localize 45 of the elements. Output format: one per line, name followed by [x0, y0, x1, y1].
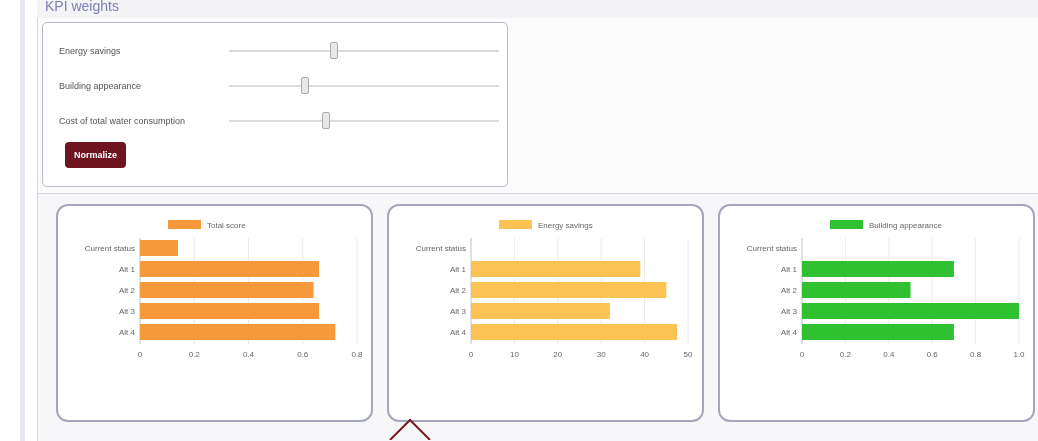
tick-label: 50 — [683, 350, 693, 359]
tick-label: 0 — [137, 350, 143, 359]
tick-label: 10 — [509, 350, 519, 359]
slider-label: Energy savings — [59, 45, 122, 56]
tick-label: 20 — [553, 350, 563, 359]
slider-thumb[interactable] — [330, 42, 339, 59]
category-label: Alt 1 — [450, 265, 466, 274]
category-label: Alt 2 — [450, 286, 466, 295]
tick-label: 1.0 — [1013, 350, 1025, 359]
normalize-button[interactable]: Normalize — [65, 142, 126, 168]
tick-label: 40 — [640, 350, 650, 359]
tick-label: 0.2 — [188, 350, 200, 359]
category-label: Alt 4 — [119, 328, 135, 337]
category-label: Alt 3 — [450, 307, 466, 316]
pointer-icon — [388, 416, 432, 440]
category-label: Current status — [415, 244, 466, 253]
legend-label: Building appearance — [869, 221, 942, 230]
category-label: Alt 3 — [781, 307, 797, 316]
category-label: Alt 3 — [119, 307, 135, 316]
slider-thumb[interactable] — [300, 77, 309, 94]
tick-label: 0.6 — [926, 350, 938, 359]
legend-label: Energy savings — [538, 221, 593, 230]
tick-label: 0.8 — [970, 350, 982, 359]
tick-label: 0.2 — [839, 350, 851, 359]
category-label: Alt 1 — [119, 265, 135, 274]
category-label: Alt 2 — [781, 286, 797, 295]
slider-label: Building appearance — [59, 80, 143, 91]
category-label: Alt 4 — [450, 328, 466, 337]
panel-title: KPI weights — [37, 0, 1038, 18]
tick-label: 0.4 — [242, 350, 255, 359]
tick-label: 0.6 — [297, 350, 309, 359]
tick-label: 0 — [468, 350, 474, 359]
category-label: Current status — [746, 244, 797, 253]
tick-label: 0.8 — [351, 350, 363, 359]
legend-label: Total score — [207, 221, 246, 230]
tick-label: 0 — [799, 350, 805, 359]
slider-thumb[interactable] — [322, 112, 331, 129]
tick-label: 0.4 — [883, 350, 895, 359]
category-label: Alt 1 — [781, 265, 797, 274]
tick-label: 30 — [596, 350, 606, 359]
slider-label: Cost of total water consumption — [59, 115, 187, 126]
category-label: Alt 2 — [119, 286, 135, 295]
bar — [140, 240, 178, 256]
category-label: Alt 4 — [781, 328, 797, 337]
category-label: Current status — [84, 244, 135, 253]
